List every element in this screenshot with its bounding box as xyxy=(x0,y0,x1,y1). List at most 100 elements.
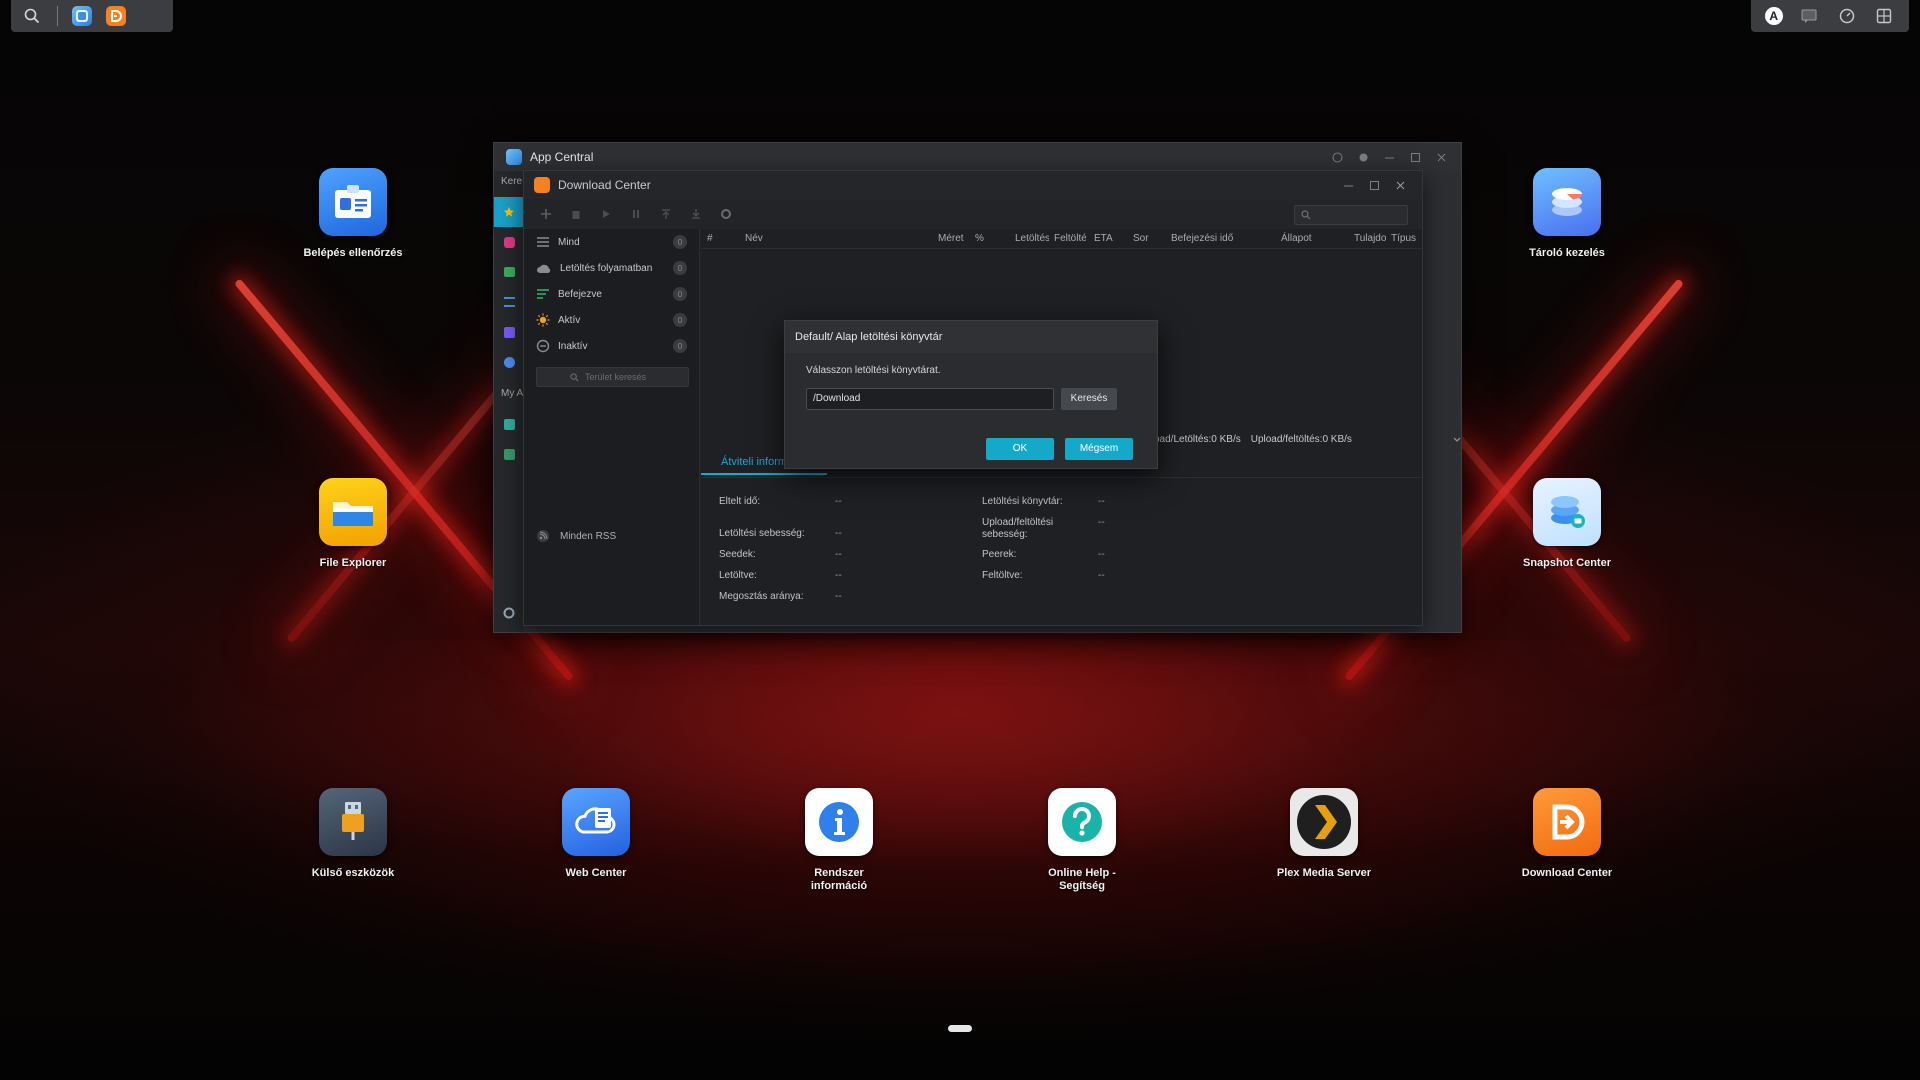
web-cloud-icon xyxy=(562,788,630,856)
column-header-upload[interactable]: Feltöltés xyxy=(1054,233,1086,244)
completed-list-icon xyxy=(537,289,549,299)
desktop-icon-file-explorer[interactable]: File Explorer xyxy=(283,478,423,570)
desktop-icon-web-center[interactable]: Web Center xyxy=(526,788,666,880)
column-header-queue[interactable]: Sor xyxy=(1133,233,1149,244)
desktop-icon-download-center[interactable]: Download Center xyxy=(1497,788,1637,880)
add-icon[interactable] xyxy=(538,206,554,222)
help-circle-icon[interactable] xyxy=(1331,151,1343,163)
maximize-icon[interactable] xyxy=(1409,151,1421,163)
sidebar-item-featured[interactable] xyxy=(494,197,524,227)
filter-downloading[interactable]: Letöltés folyamatban 0 xyxy=(524,255,699,281)
column-header-hash[interactable]: # xyxy=(707,233,713,244)
tag-search-input[interactable]: Terület keresés xyxy=(536,367,689,387)
chevron-down-icon xyxy=(1453,437,1461,442)
desktop-icon-storage-manager[interactable]: Tároló kezelés xyxy=(1497,168,1637,260)
app-central-titlebar[interactable]: App Central xyxy=(494,143,1461,171)
filter-completed[interactable]: Befejezve 0 xyxy=(524,281,699,307)
sidebar-item-list[interactable] xyxy=(494,287,524,317)
rss-icon xyxy=(537,530,549,542)
settings-icon[interactable] xyxy=(1357,151,1369,163)
dialog-title[interactable]: Default/ Alap letöltési könyvtár xyxy=(785,321,1157,353)
sidebar-item-installed[interactable] xyxy=(494,409,524,439)
delete-icon[interactable] xyxy=(568,206,584,222)
info-label-elapsed: Eltelt idő: xyxy=(719,496,761,507)
play-icon[interactable] xyxy=(598,206,614,222)
filter-count-badge: 0 xyxy=(673,313,687,327)
message-icon[interactable] xyxy=(1798,5,1820,27)
column-header-completed-time[interactable]: Befejezési idő xyxy=(1171,233,1233,244)
column-header-download[interactable]: Letöltés xyxy=(1015,233,1049,244)
filter-all[interactable]: Mind 0 xyxy=(524,229,699,255)
info-label-downloaded: Letöltve: xyxy=(719,570,757,581)
desktop-icon-access-control[interactable]: Belépés ellenőrzés xyxy=(283,168,423,260)
desktop-icon-label: Külső eszközök xyxy=(311,867,395,879)
filter-label: Inaktív xyxy=(558,340,588,352)
move-top-icon[interactable] xyxy=(658,206,674,222)
download-path-input[interactable]: /Download xyxy=(806,388,1054,410)
column-header-status[interactable]: Állapot xyxy=(1281,233,1312,244)
taskbar-left xyxy=(11,0,173,32)
transfer-speed-status: oad/Letöltés:0 KB/s Upload/feltöltés:0 K… xyxy=(1154,434,1462,445)
gear-icon xyxy=(503,607,515,619)
desktop-icon-label: Web Center xyxy=(565,867,627,879)
desktop-icon-snapshot-center[interactable]: Snapshot Center xyxy=(1497,478,1637,570)
gear-icon[interactable] xyxy=(718,206,734,222)
cloud-download-icon xyxy=(537,264,551,273)
info-label-uploaded: Feltöltve: xyxy=(982,570,1023,581)
download-speed-text: oad/Letöltés:0 KB/s xyxy=(1154,434,1241,445)
filter-count-badge: 0 xyxy=(673,235,687,249)
sidebar-item-apps[interactable] xyxy=(494,227,524,257)
pause-icon[interactable] xyxy=(628,206,644,222)
app-central-search-text[interactable]: Kere xyxy=(494,171,524,193)
taskbar-separator xyxy=(57,6,58,26)
column-header-percent[interactable]: % xyxy=(975,233,984,244)
desktop-icon-plex-media-server[interactable]: Plex Media Server xyxy=(1254,788,1394,880)
download-center-titlebar[interactable]: Download Center xyxy=(524,171,1422,199)
download-center-window-controls xyxy=(1342,179,1406,191)
desktop-icon-online-help[interactable]: Online Help - Segítség xyxy=(1012,788,1152,893)
close-icon[interactable] xyxy=(1435,151,1447,163)
column-header-name[interactable]: Név xyxy=(745,233,763,244)
filter-active[interactable]: Aktív 0 xyxy=(524,307,699,333)
dashboard-gauge-icon[interactable] xyxy=(1836,5,1858,27)
column-header-owner[interactable]: Tulajdo xyxy=(1354,233,1386,244)
sidebar-item-settings[interactable] xyxy=(494,598,524,628)
filter-inactive[interactable]: Inaktív 0 xyxy=(524,333,699,359)
close-icon[interactable] xyxy=(1394,179,1406,191)
sidebar-item-grid[interactable] xyxy=(494,317,524,347)
desktop-icon-external-devices[interactable]: Külső eszközök xyxy=(283,788,423,880)
app-central-icon xyxy=(506,149,522,165)
sidebar-item-update[interactable] xyxy=(494,347,524,377)
search-icon[interactable] xyxy=(21,5,43,27)
desktop-page-indicator[interactable] xyxy=(948,1025,972,1032)
move-bottom-icon[interactable] xyxy=(688,206,704,222)
default-download-folder-dialog: Default/ Alap letöltési könyvtár Válassz… xyxy=(784,320,1158,469)
taskbar-app-central-icon[interactable] xyxy=(72,6,92,26)
desktop-icon-label: Snapshot Center xyxy=(1522,557,1611,569)
maximize-icon[interactable] xyxy=(1368,179,1380,191)
download-center-icon xyxy=(534,177,550,193)
desktop-icon-label: Belépés ellenőrzés xyxy=(303,247,403,259)
browse-button[interactable]: Keresés xyxy=(1061,388,1117,410)
grid-widgets-icon[interactable] xyxy=(1873,5,1895,27)
rss-all-item[interactable]: Minden RSS xyxy=(536,529,616,543)
info-value-peers: -- xyxy=(1098,549,1105,560)
column-header-type[interactable]: Típus xyxy=(1391,233,1416,244)
info-value-seeds: -- xyxy=(835,549,842,560)
download-search-input[interactable] xyxy=(1294,205,1408,225)
taskbar-download-center-icon[interactable] xyxy=(106,6,126,26)
ok-button[interactable]: OK xyxy=(986,438,1054,460)
minimize-icon[interactable] xyxy=(1342,179,1354,191)
cancel-button[interactable]: Mégsem xyxy=(1065,438,1133,460)
column-header-size[interactable]: Méret xyxy=(938,233,964,244)
minimize-icon[interactable] xyxy=(1383,151,1395,163)
info-label-download-speed: Letöltési sebesség: xyxy=(719,528,805,539)
upload-speed-text: Upload/feltöltés:0 KB/s xyxy=(1250,434,1352,445)
tab-divider xyxy=(701,477,1422,478)
info-value-downloaded: -- xyxy=(835,570,842,581)
sidebar-item-manage[interactable] xyxy=(494,439,524,469)
column-header-eta[interactable]: ETA xyxy=(1094,233,1113,244)
user-avatar[interactable]: A xyxy=(1764,7,1783,25)
sidebar-item-top[interactable] xyxy=(494,257,524,287)
desktop-icon-system-info[interactable]: Rendszer információ xyxy=(769,788,909,893)
